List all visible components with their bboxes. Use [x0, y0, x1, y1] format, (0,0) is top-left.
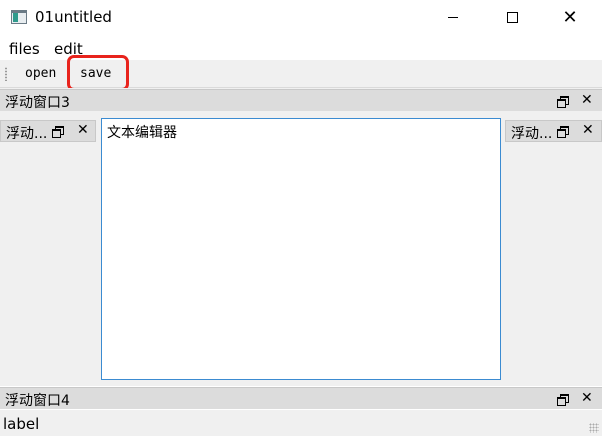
- dock-left-title: 浮动...: [6, 126, 48, 142]
- window-title: 01untitled: [35, 8, 112, 26]
- dock-close-icon[interactable]: ✕: [581, 391, 593, 405]
- open-button[interactable]: open: [25, 66, 56, 81]
- dock-window-3-titlebar[interactable]: 浮动窗口3 ✕: [0, 89, 602, 111]
- app-window-icon: [11, 10, 27, 24]
- dock-left-titlebar[interactable]: 浮动... ✕: [0, 120, 96, 142]
- close-icon: ✕: [562, 6, 578, 28]
- editor-content: 文本编辑器: [107, 125, 177, 141]
- save-highlight-box: [67, 55, 129, 91]
- float-restore-icon[interactable]: [557, 394, 569, 406]
- menu-files[interactable]: files: [9, 40, 40, 58]
- float-restore-icon[interactable]: [52, 126, 64, 138]
- dock-window-3-title: 浮动窗口3: [5, 95, 70, 111]
- window-titlebar: 01untitled ✕: [0, 0, 602, 36]
- dock-close-icon[interactable]: ✕: [77, 123, 89, 137]
- maximize-button[interactable]: [489, 0, 535, 34]
- toolbar-grip-handle[interactable]: [5, 67, 7, 81]
- status-bar: label: [0, 410, 602, 436]
- dock-close-icon[interactable]: ✕: [581, 93, 593, 107]
- resize-grip-icon[interactable]: [589, 423, 599, 433]
- dock-close-icon[interactable]: ✕: [582, 123, 594, 137]
- dock-window-4-titlebar[interactable]: 浮动窗口4 ✕: [0, 387, 602, 409]
- dock-right-titlebar[interactable]: 浮动... ✕: [505, 120, 602, 142]
- minimize-button[interactable]: [430, 0, 476, 34]
- float-restore-icon[interactable]: [557, 96, 569, 108]
- dock-window-4-title: 浮动窗口4: [5, 393, 70, 409]
- text-editor[interactable]: 文本编辑器: [101, 118, 501, 380]
- float-restore-icon[interactable]: [557, 126, 569, 138]
- minimize-icon: [448, 16, 458, 18]
- dock-right-title: 浮动...: [511, 126, 553, 142]
- status-label: label: [3, 415, 40, 433]
- close-button[interactable]: ✕: [547, 0, 593, 34]
- maximize-icon: [506, 11, 518, 23]
